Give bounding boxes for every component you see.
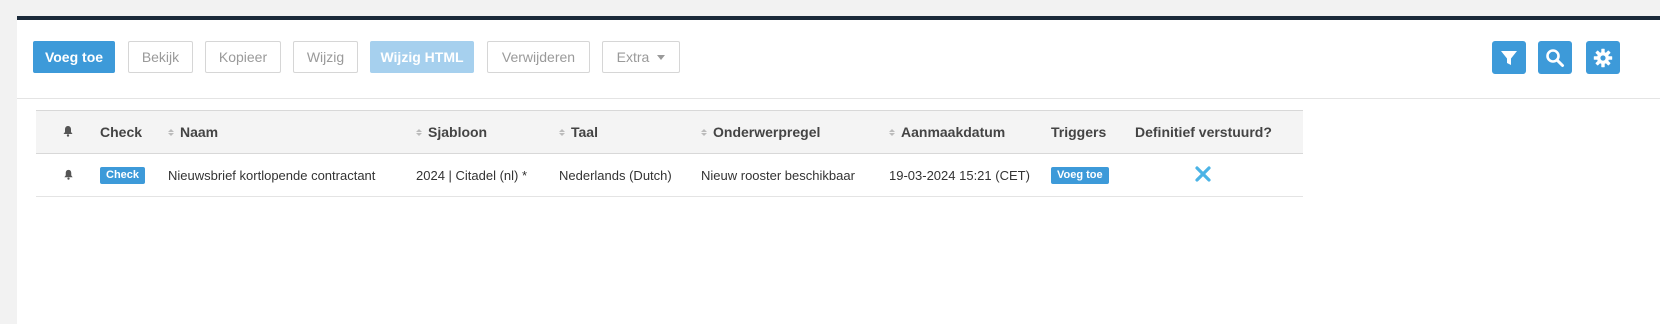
cross-icon: [1195, 165, 1211, 182]
add-trigger-badge[interactable]: Voeg toe: [1051, 167, 1109, 184]
row-created-cell: 19-03-2024 15:21 (CET): [889, 153, 1051, 197]
row-name-cell: Nieuwsbrief kortlopende contractant: [168, 153, 416, 197]
edit-button[interactable]: Wijzig: [293, 41, 358, 73]
header-sent: Definitief verstuurd?: [1135, 110, 1303, 154]
header-language-label: Taal: [571, 124, 598, 140]
table-header-row: Check Naam Sjabloon Taal Onderwerpregel …: [36, 110, 1303, 154]
header-template-label: Sjabloon: [428, 124, 488, 140]
search-button[interactable]: [1538, 41, 1572, 74]
header-language[interactable]: Taal: [559, 110, 701, 154]
row-notification-cell[interactable]: [36, 153, 100, 197]
settings-button[interactable]: [1586, 41, 1620, 74]
header-check[interactable]: Check: [100, 110, 168, 154]
extra-dropdown[interactable]: Extra: [602, 41, 680, 73]
header-name-label: Naam: [180, 124, 219, 140]
newsletter-table: Check Naam Sjabloon Taal Onderwerpregel …: [36, 110, 1303, 197]
extra-label: Extra: [616, 49, 650, 65]
toolbar: Voeg toe Bekijk Kopieer Wijzig Wijzig HT…: [17, 20, 1660, 99]
bell-icon: [63, 169, 73, 180]
view-button[interactable]: Bekijk: [128, 41, 193, 73]
row-language-cell: Nederlands (Dutch): [559, 153, 701, 197]
header-created-label: Aanmaakdatum: [901, 124, 1006, 140]
sort-icon: [701, 128, 707, 136]
header-template[interactable]: Sjabloon: [416, 110, 559, 154]
row-sent-cell: [1135, 153, 1303, 197]
header-notification[interactable]: [36, 110, 100, 154]
header-triggers: Triggers: [1051, 110, 1135, 154]
copy-button[interactable]: Kopieer: [205, 41, 281, 73]
row-subject-cell: Nieuw rooster beschikbaar: [701, 153, 889, 197]
edit-html-button[interactable]: Wijzig HTML: [370, 41, 474, 73]
sort-icon: [889, 128, 895, 136]
filter-button[interactable]: [1492, 41, 1526, 74]
sort-icon: [416, 128, 422, 136]
delete-button[interactable]: Verwijderen: [487, 41, 590, 73]
row-template-cell: 2024 | Citadel (nl) *: [416, 153, 559, 197]
check-badge[interactable]: Check: [100, 167, 146, 184]
row-check-cell: Check: [100, 153, 168, 197]
caret-down-icon: [657, 54, 666, 60]
sort-icon: [168, 128, 174, 136]
header-subject-label: Onderwerpregel: [713, 124, 821, 140]
gear-icon: [1593, 48, 1613, 67]
add-button[interactable]: Voeg toe: [33, 41, 115, 73]
header-name[interactable]: Naam: [168, 110, 416, 154]
main-panel: Voeg toe Bekijk Kopieer Wijzig Wijzig HT…: [17, 16, 1660, 324]
row-triggers-cell: Voeg toe: [1051, 153, 1135, 197]
header-created[interactable]: Aanmaakdatum: [889, 110, 1051, 154]
filter-icon: [1501, 50, 1517, 65]
table-row[interactable]: Check Nieuwsbrief kortlopende contractan…: [36, 153, 1303, 197]
bell-icon: [63, 126, 73, 137]
header-subject[interactable]: Onderwerpregel: [701, 110, 889, 154]
search-icon: [1546, 48, 1564, 67]
sort-icon: [559, 128, 565, 136]
